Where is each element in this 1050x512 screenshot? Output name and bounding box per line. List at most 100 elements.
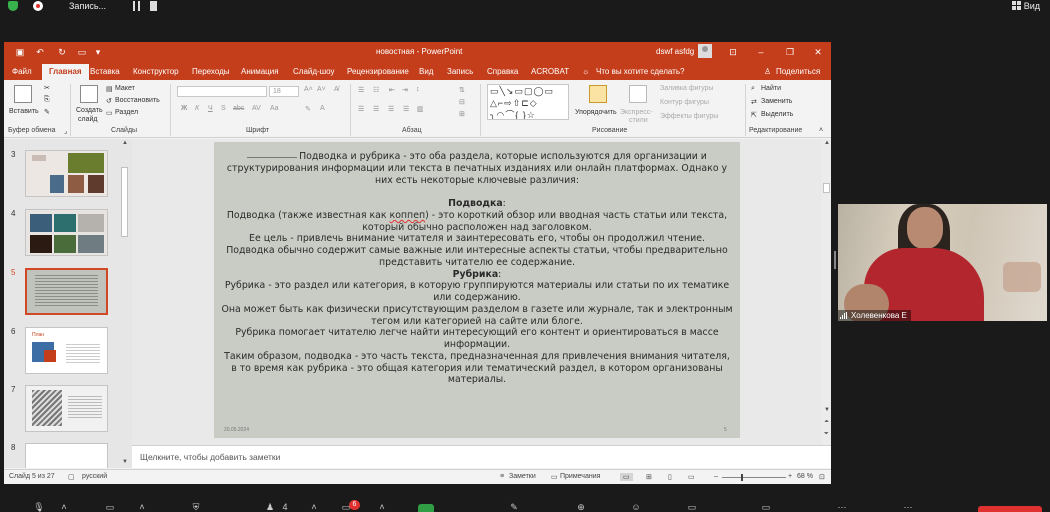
shrink-font-icon[interactable]: A˅ [317,86,326,93]
select-button[interactable]: Выделить [761,111,793,118]
zoom-slider-handle[interactable] [741,474,743,481]
tell-me-box[interactable]: Что вы хотите сделать? [596,67,684,76]
underline-icon[interactable]: Ч [208,105,213,112]
quick-styles-icon[interactable] [629,85,647,103]
paste-icon[interactable] [14,85,32,103]
columns-icon[interactable]: ▥ [417,105,424,113]
zoom-out-icon[interactable]: – [714,473,718,480]
tab-help[interactable]: Справка [487,67,518,76]
scroll-down-icon[interactable]: ▼ [824,407,830,413]
chat-options-icon[interactable]: ˄ [376,502,388,512]
zoom-level[interactable]: 68 % [797,473,813,480]
scroll-down-icon[interactable]: ▼ [122,459,128,465]
quick-styles-label-2[interactable]: стили [629,117,648,124]
strikethrough-icon[interactable]: abc [233,105,244,112]
avatar[interactable] [698,44,712,58]
notes-pane[interactable]: Щелкните, чтобы добавить заметки [132,445,831,468]
layout-button[interactable]: Макет [115,85,135,92]
panel-resize-handle[interactable] [834,251,836,269]
shape-fill-button[interactable]: Заливка фигуры [660,85,713,92]
slide-thumbnail-4[interactable] [25,209,108,256]
ribbon-display-options-icon[interactable]: ⊡ [726,45,740,59]
current-slide[interactable]: Подводка и рубрика - это оба раздела, ко… [214,142,740,438]
minimize-icon[interactable]: – [754,45,768,59]
replace-button[interactable]: Заменить [761,98,792,105]
mute-icon[interactable]: 🎙 [33,502,45,512]
slide-thumbnail-6[interactable]: План [25,327,108,374]
cut-icon[interactable]: ✂ [44,84,50,92]
font-color-icon[interactable]: A [320,105,325,112]
justify-icon[interactable]: ☰ [403,105,409,113]
whiteboard-icon[interactable]: ▭ [686,502,698,512]
apps-icon[interactable]: ⊕ [575,502,587,512]
scroll-up-icon[interactable]: ▲ [824,140,830,146]
notes-placeholder[interactable]: Щелкните, чтобы добавить заметки [140,452,280,462]
pause-recording-icon[interactable] [133,1,140,11]
tab-review[interactable]: Рецензирование [347,67,409,76]
zoom-slider[interactable] [722,477,786,478]
next-slide-icon[interactable]: ⏷ [824,431,829,438]
participant-video[interactable]: Холевенкова Е [838,204,1047,321]
restore-icon[interactable]: ❐ [783,45,797,59]
audio-options-icon[interactable]: ˄ [58,502,70,512]
video-options-icon[interactable]: ˄ [136,502,148,512]
more-options-icon[interactable]: ⋯ [902,502,914,512]
align-center-icon[interactable]: ☰ [373,105,379,113]
shape-effects-button[interactable]: Эффекты фигуры [660,113,718,120]
participants-icon[interactable]: ♟ [264,502,276,512]
view-grid-icon[interactable] [1012,1,1021,11]
format-painter-icon[interactable]: ✎ [44,108,50,116]
align-text-icon[interactable]: ⊟ [459,98,465,106]
misspelled-word[interactable]: коппеп [390,210,426,221]
reading-view-icon[interactable]: ▯ [668,473,672,481]
quick-styles-label-1[interactable]: Экспресс- [620,109,653,116]
numbering-icon[interactable]: ☷ [373,86,379,94]
scroll-up-icon[interactable]: ▲ [122,140,128,146]
normal-view-icon[interactable]: ▭ [620,473,633,481]
draw-icon[interactable]: ✎ [508,502,520,512]
save-icon[interactable]: ▣ [14,46,26,58]
new-slide-label-2[interactable]: слайд [78,116,97,123]
security-icon[interactable]: ⛨ [190,502,202,512]
share-button[interactable]: Поделиться [776,67,820,76]
increase-indent-icon[interactable]: ⇥ [402,86,408,94]
grow-font-icon[interactable]: A˄ [304,86,313,93]
shape-outline-button[interactable]: Контур фигуры [660,99,709,106]
line-spacing-icon[interactable]: ↕ [416,86,420,93]
slide-thumbnail-8[interactable] [25,443,108,468]
canvas-scrollbar[interactable]: ▲ ▼ ⏶ ⏷ [822,139,831,445]
text-direction-icon[interactable]: ⇅ [459,86,465,94]
previous-slide-icon[interactable]: ⏶ [824,419,829,426]
slide-thumbnail-7[interactable] [25,385,108,432]
slide-thumbnail-3[interactable] [25,150,108,197]
tab-animations[interactable]: Анимация [241,67,279,76]
more-icon[interactable]: ⋯ [836,502,848,512]
tab-file[interactable]: Файл [12,67,32,76]
reactions-icon[interactable]: ☺ [630,502,642,512]
comments-button[interactable]: Примечания [560,473,600,480]
customize-quick-access-icon[interactable]: ▾ [92,46,104,58]
participants-options-icon[interactable]: ˄ [308,502,320,512]
dialog-launcher-icon[interactable]: ⌟ [64,127,67,135]
align-left-icon[interactable]: ☰ [358,105,364,113]
italic-icon[interactable]: К [195,105,199,112]
slide-sorter-icon[interactable]: ⊞ [646,473,652,481]
redo-icon[interactable]: ↻ [56,46,68,58]
scroll-thumb[interactable] [823,183,830,193]
end-meeting-button[interactable] [978,506,1042,512]
tab-acrobat[interactable]: ACROBAT [531,67,569,76]
scroll-thumb[interactable] [121,167,128,237]
video-off-icon[interactable]: ▭ [104,502,116,512]
section-button[interactable]: Раздел [115,109,138,116]
decrease-indent-icon[interactable]: ⇤ [389,86,395,94]
collapse-ribbon-icon[interactable]: ˄ [819,127,823,134]
tab-slideshow[interactable]: Слайд-шоу [293,67,334,76]
change-case-icon[interactable]: Aa [270,105,279,112]
font-size-combo[interactable]: 18 [269,86,299,97]
font-name-combo[interactable] [177,86,267,97]
arrange-icon[interactable] [589,85,607,103]
stop-recording-icon[interactable] [150,1,157,11]
spellcheck-icon[interactable]: ▢ [68,473,75,481]
share-screen-button[interactable] [418,504,434,512]
language-indicator[interactable]: русский [82,473,107,480]
